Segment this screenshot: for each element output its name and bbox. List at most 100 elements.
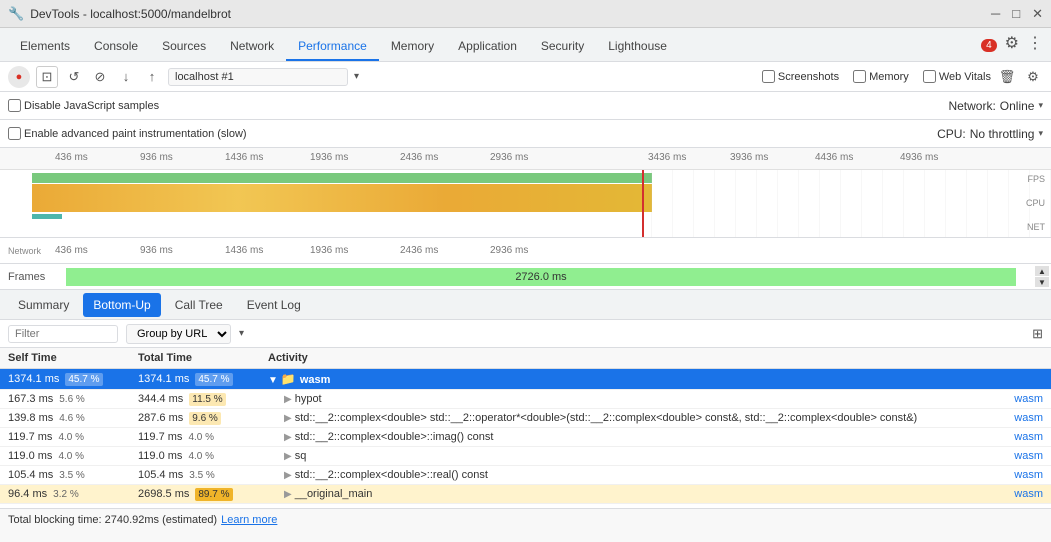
col-activity[interactable]: Activity — [260, 348, 1051, 369]
total-pct-value: 89.7 % — [195, 488, 232, 501]
advanced-paint-label[interactable]: Enable advanced paint instrumentation (s… — [8, 127, 247, 140]
record-button[interactable]: ● — [8, 66, 30, 88]
expand-triangle[interactable]: ▼ — [268, 375, 278, 386]
minimize-icon[interactable]: ─ — [991, 6, 1000, 21]
self-time-value: 1374.1 ms — [8, 373, 59, 385]
network-selector[interactable]: Network: Online ▾ — [948, 99, 1043, 113]
tab-elements[interactable]: Elements — [8, 33, 82, 61]
frames-label: Frames — [8, 271, 58, 283]
tick-3436: 3436 ms — [648, 152, 686, 163]
tab-console[interactable]: Console — [82, 33, 150, 61]
tab-summary[interactable]: Summary — [8, 293, 79, 317]
total-time-value: 344.4 ms — [138, 393, 183, 405]
total-pct-value: 11.5 % — [189, 393, 225, 406]
address-input[interactable] — [168, 68, 348, 86]
performance-table: Self Time Total Time Activity 1374.1 ms4… — [0, 348, 1051, 508]
cell-total-time: 119.0 ms4.0 % — [130, 447, 260, 466]
memory-checkbox[interactable] — [853, 70, 866, 83]
total-time-value: 119.7 ms — [138, 431, 182, 443]
stop-button[interactable]: ⊘ — [90, 67, 110, 87]
reload-button[interactable]: ↺ — [64, 67, 84, 87]
web-vitals-checkbox-label[interactable]: Web Vitals — [923, 70, 991, 83]
wasm-link[interactable]: wasm — [1014, 431, 1043, 443]
disable-js-checkbox-label[interactable]: Disable JavaScript samples — [8, 99, 159, 112]
timeline-area: 436 ms 936 ms 1436 ms 1936 ms 2436 ms 29… — [0, 148, 1051, 238]
cell-self-time: 167.3 ms5.6 % — [0, 390, 130, 409]
wasm-link[interactable]: wasm — [1014, 469, 1043, 481]
wasm-link[interactable]: wasm — [1014, 507, 1043, 508]
expand-triangle[interactable]: ▶ — [284, 394, 292, 405]
window-title: DevTools - localhost:5000/mandelbrot — [30, 7, 991, 21]
cell-activity: ▼📁wasm — [260, 369, 1051, 390]
advanced-paint-checkbox[interactable] — [8, 127, 21, 140]
error-badge[interactable]: 4 — [981, 39, 997, 52]
tab-memory[interactable]: Memory — [379, 33, 446, 61]
activity-label: sq — [295, 450, 307, 462]
timeline-scroll-down[interactable]: ▼ — [1035, 277, 1049, 287]
tab-network[interactable]: Network — [218, 33, 286, 61]
expand-triangle[interactable]: ▶ — [284, 413, 292, 424]
frames-bar: 2726.0 ms — [66, 268, 1016, 286]
upload-button[interactable]: ↑ — [142, 67, 162, 87]
expand-triangle[interactable]: ▶ — [284, 432, 292, 443]
table-row[interactable]: 139.8 ms4.6 %287.6 ms9.6 %▶std::__2::com… — [0, 409, 1051, 428]
table-header: Self Time Total Time Activity — [0, 348, 1051, 369]
tab-security[interactable]: Security — [529, 33, 596, 61]
disable-js-checkbox[interactable] — [8, 99, 21, 112]
learn-more-link[interactable]: Learn more — [221, 514, 277, 526]
expand-triangle[interactable]: ▶ — [284, 451, 292, 462]
cell-self-time: 96.4 ms3.2 % — [0, 485, 130, 504]
expand-triangle[interactable]: ▶ — [284, 470, 292, 481]
table-row[interactable]: 1374.1 ms45.7 %1374.1 ms45.7 %▼📁wasm — [0, 369, 1051, 390]
wasm-link[interactable]: wasm — [1014, 412, 1043, 424]
close-icon[interactable]: ✕ — [1032, 6, 1043, 22]
cell-self-time: 1374.1 ms45.7 % — [0, 369, 130, 390]
filter-input[interactable] — [8, 325, 118, 343]
memory-checkbox-label[interactable]: Memory — [853, 70, 909, 83]
group-by-select[interactable]: Group by URL — [126, 324, 231, 344]
cell-self-time: 119.7 ms4.0 % — [0, 428, 130, 447]
nav-tabs: Elements Console Sources Network Perform… — [0, 28, 1051, 62]
self-time-value: 88.0 ms — [8, 507, 47, 508]
group-by-arrow: ▾ — [239, 328, 244, 339]
web-vitals-checkbox[interactable] — [923, 70, 936, 83]
clear-button[interactable]: ⊡ — [36, 66, 58, 88]
table-row[interactable]: 119.0 ms4.0 %119.0 ms4.0 % ▶sq wasm — [0, 447, 1051, 466]
t2-2436: 2436 ms — [400, 245, 438, 256]
tab-event-log[interactable]: Event Log — [237, 293, 311, 317]
settings-icon[interactable]: ⚙ — [1005, 33, 1019, 57]
expand-icon[interactable]: ⊞ — [1032, 326, 1043, 342]
tab-application[interactable]: Application — [446, 33, 529, 61]
wasm-link[interactable]: wasm — [1014, 488, 1043, 500]
activity-label: std::__2::complex<double>& std::__2::com… — [295, 507, 852, 508]
tab-call-tree[interactable]: Call Tree — [165, 293, 233, 317]
download-button[interactable]: ↓ — [116, 67, 136, 87]
tab-bottom-up[interactable]: Bottom-Up — [83, 293, 160, 317]
timeline-scroll-up[interactable]: ▲ — [1035, 266, 1049, 276]
wasm-link[interactable]: wasm — [1014, 393, 1043, 405]
address-dropdown[interactable]: ▾ — [354, 71, 359, 82]
table-row[interactable]: 105.4 ms3.5 %105.4 ms3.5 %▶std::__2::com… — [0, 466, 1051, 485]
tick-936: 936 ms — [140, 152, 173, 163]
cpu-selector[interactable]: CPU: No throttling ▾ — [937, 127, 1043, 141]
window-controls: ─ □ ✕ — [991, 6, 1043, 22]
tab-sources[interactable]: Sources — [150, 33, 218, 61]
screenshots-checkbox[interactable] — [762, 70, 775, 83]
tab-performance[interactable]: Performance — [286, 33, 379, 61]
expand-triangle[interactable]: ▶ — [284, 489, 292, 500]
cell-self-time: 119.0 ms4.0 % — [0, 447, 130, 466]
self-time-value: 119.7 ms — [8, 431, 52, 443]
table-row[interactable]: 167.3 ms5.6 %344.4 ms11.5 %▶hypotwasm — [0, 390, 1051, 409]
wasm-link[interactable]: wasm — [1014, 450, 1043, 462]
col-self-time[interactable]: Self Time — [0, 348, 130, 369]
total-time-value: 105.4 ms — [138, 469, 183, 481]
more-icon[interactable]: ⋮ — [1027, 33, 1043, 57]
table-row[interactable]: 96.4 ms3.2 %2698.5 ms89.7 %▶__original_m… — [0, 485, 1051, 504]
screenshots-checkbox-label[interactable]: Screenshots — [762, 70, 839, 83]
tab-lighthouse[interactable]: Lighthouse — [596, 33, 679, 61]
table-row[interactable]: 119.7 ms4.0 %119.7 ms4.0 %▶std::__2::com… — [0, 428, 1051, 447]
maximize-icon[interactable]: □ — [1012, 6, 1020, 21]
col-total-time[interactable]: Total Time — [130, 348, 260, 369]
trash-icon[interactable]: 🗑 — [997, 67, 1017, 87]
perf-settings-icon[interactable]: ⚙ — [1023, 67, 1043, 87]
